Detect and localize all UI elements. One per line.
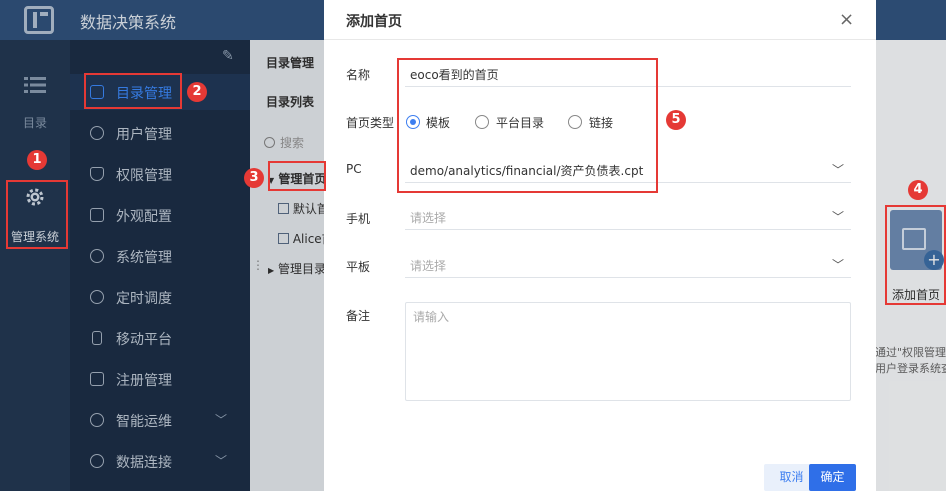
remark-textarea[interactable]: 请输入	[405, 302, 851, 401]
confirm-button[interactable]: 确定	[809, 464, 856, 491]
callout-number-4: 4	[908, 180, 928, 200]
callout-box-3	[268, 161, 326, 191]
callout-number-1: 1	[27, 150, 47, 170]
callout-number-3: 3	[244, 168, 264, 188]
tablet-label: 平板	[346, 260, 371, 274]
callout-box-1	[6, 180, 68, 249]
close-icon[interactable]: ×	[839, 9, 854, 30]
name-label: 名称	[346, 68, 371, 82]
phone-underline	[405, 229, 851, 230]
callout-box-4	[885, 205, 946, 305]
home-type-label: 首页类型	[346, 116, 395, 130]
remark-label: 备注	[346, 309, 371, 323]
chevron-down-icon[interactable]: ﹀	[832, 256, 844, 273]
callout-number-2: 2	[187, 82, 207, 102]
chevron-down-icon[interactable]: ﹀	[832, 208, 844, 225]
dialog-title: 添加首页	[346, 14, 402, 30]
phone-label: 手机	[346, 212, 371, 226]
tablet-underline	[405, 277, 851, 278]
callout-number-5: 5	[666, 110, 686, 130]
pc-label: PC	[346, 162, 362, 176]
callout-box-2	[84, 73, 182, 109]
tablet-select[interactable]: 请选择	[410, 257, 446, 274]
chevron-down-icon[interactable]: ﹀	[832, 161, 844, 178]
dialog-divider	[324, 39, 876, 40]
phone-select[interactable]: 请选择	[410, 209, 446, 226]
callout-box-5	[397, 58, 658, 193]
